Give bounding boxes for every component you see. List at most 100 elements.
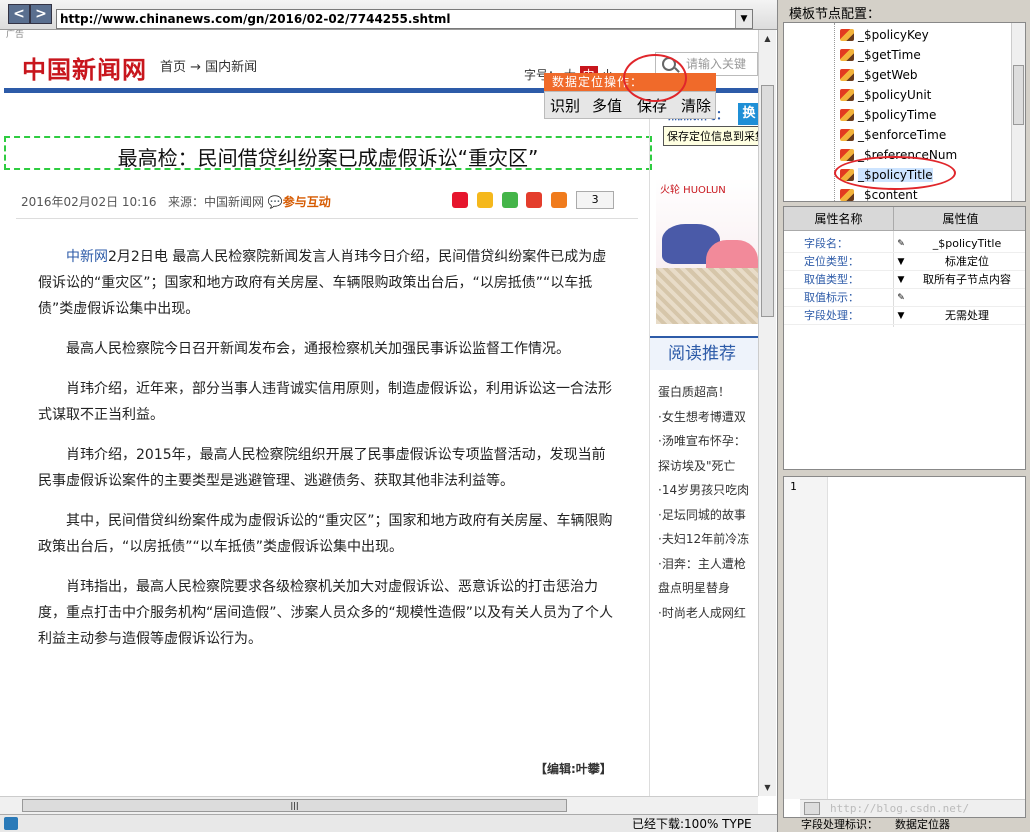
list-item[interactable]: ·14岁男孩只吃肉 xyxy=(658,478,758,503)
page-horizontal-scrollbar[interactable]: ||| xyxy=(0,796,758,814)
wechat-icon[interactable] xyxy=(501,192,518,208)
list-item[interactable]: 蛋白质超高！ xyxy=(658,380,758,405)
data-locate-popup: 识别 多值 保存 清除 xyxy=(544,91,716,119)
located-title-region[interactable]: 最高检：民间借贷纠纷案已成虚假诉讼“重灾区” xyxy=(4,136,652,170)
scroll-up-icon[interactable]: ▲ xyxy=(759,30,776,47)
scroll-thumb[interactable]: ||| xyxy=(22,799,567,812)
property-row[interactable]: 定位类型： ▼ 标准定位 xyxy=(784,253,1025,271)
tree-node[interactable]: _$enforceTime xyxy=(840,125,946,145)
refresh-button[interactable]: 换 xyxy=(738,103,758,125)
column-divider xyxy=(649,90,650,796)
edit-icon[interactable]: ✎ xyxy=(895,289,907,307)
more-share-icon[interactable] xyxy=(551,192,568,208)
list-item[interactable]: 探访埃及"死亡 xyxy=(658,454,758,479)
editor-horizontal-scrollbar[interactable]: http://blog.csdn.net/ xyxy=(800,799,1025,817)
watermark: http://blog.csdn.net/ xyxy=(830,802,970,815)
property-row[interactable]: 字段处理： ▼ 无需处理 xyxy=(784,307,1025,325)
property-value[interactable]: 取所有子节点内容 xyxy=(908,271,1025,289)
property-key: 字段处理： xyxy=(804,309,859,322)
breadcrumb[interactable]: 首页 → 国内新闻 xyxy=(160,56,257,75)
config-pane: 模板节点配置： _$policyKey _$getTime _$getWeb _… xyxy=(779,0,1030,832)
tab-data-locator[interactable]: 数据定位器 xyxy=(895,818,950,832)
forward-button[interactable]: > xyxy=(30,4,52,24)
list-item[interactable]: ·时尚老人成网红 xyxy=(658,601,758,626)
identify-button[interactable]: 识别 xyxy=(550,95,580,117)
dropdown-icon[interactable]: ▼ xyxy=(895,271,907,289)
property-row[interactable]: 取值类型： ▼ 取所有子节点内容 xyxy=(784,271,1025,289)
url-dropdown-icon[interactable]: ▼ xyxy=(735,10,752,28)
article-paragraph: 其中，民间借贷纠纷案件成为虚假诉讼的“重灾区”；国家和地方政府有关房屋、车辆限购… xyxy=(38,513,613,555)
scroll-thumb[interactable] xyxy=(804,802,820,815)
node-icon xyxy=(840,129,854,141)
property-key: 取值标示： xyxy=(804,291,859,304)
node-icon xyxy=(840,69,854,81)
multi-value-button[interactable]: 多值 xyxy=(592,95,622,117)
list-item[interactable]: ·夫妇12年前冷冻 xyxy=(658,527,758,552)
dropdown-icon[interactable]: ▼ xyxy=(895,253,907,271)
share-count: 3 xyxy=(576,191,615,209)
node-icon xyxy=(840,109,854,121)
interact-label: 参与互动 xyxy=(282,195,331,209)
list-item[interactable]: ·足坛同城的故事 xyxy=(658,503,758,528)
highlight-circle xyxy=(623,54,687,102)
status-text: 已经下载:100% TYPE xyxy=(632,817,752,831)
column-header-name: 属性名称 xyxy=(784,207,894,231)
property-key: 字段名： xyxy=(804,237,848,250)
browser-toolbar: < > http://www.chinanews.com/gn/2016/02-… xyxy=(0,0,777,30)
tree-node[interactable]: _$getWeb xyxy=(840,65,918,85)
ad-brand: 火轮 HUOLUN xyxy=(660,185,726,196)
edit-icon[interactable]: ✎ xyxy=(895,235,907,253)
node-icon xyxy=(840,49,854,61)
slipper-ad[interactable]: 火轮 HUOLUN xyxy=(656,178,758,324)
qzone-icon[interactable] xyxy=(476,192,493,208)
tree-node-label: _$policyUnit xyxy=(858,88,932,102)
scroll-thumb[interactable] xyxy=(761,85,774,317)
tree-scrollbar[interactable] xyxy=(1011,23,1025,201)
article-paragraph: 肖玮介绍，2015年，最高人民检察院组织开展了民事虚假诉讼专项监督活动，发现当前… xyxy=(38,447,606,489)
property-row[interactable]: 取值标示： ✎ xyxy=(784,289,1025,307)
tree-node-label: _$enforceTime xyxy=(858,128,947,142)
highlight-circle xyxy=(834,156,956,190)
tree-node[interactable]: _$getTime xyxy=(840,45,921,65)
lead-source[interactable]: 中新网 xyxy=(66,249,108,265)
code-editor[interactable]: 1 http://blog.csdn.net/ xyxy=(783,476,1026,818)
list-item[interactable]: ·泪奔：主人遭枪 xyxy=(658,552,758,577)
save-tooltip: 保存定位信息到采集配置 xyxy=(663,126,758,146)
node-icon xyxy=(840,189,854,201)
tree-node-label: _$content xyxy=(858,188,918,202)
tree-node-label: _$policyKey xyxy=(858,28,929,42)
interact-link[interactable]: 💬参与互动 xyxy=(268,195,331,209)
article-editor: 【编辑:叶攀】 xyxy=(535,762,612,776)
article-paragraph: 肖玮介绍，近年来，部分当事人违背诚实信用原则，制造虚假诉讼，利用诉讼这一合法形式… xyxy=(38,381,612,423)
renren-icon[interactable] xyxy=(526,192,543,208)
page-icon xyxy=(4,817,18,830)
scroll-down-icon[interactable]: ▼ xyxy=(759,779,776,796)
url-input[interactable]: http://www.chinanews.com/gn/2016/02-02/7… xyxy=(56,9,753,29)
property-value[interactable]: _$policyTitle xyxy=(908,235,1025,253)
dropdown-icon[interactable]: ▼ xyxy=(895,307,907,325)
web-page: 广告 中国新闻网 首页 → 国内新闻 字号： 大 中 小 请输入关键词 热点新闻… xyxy=(0,30,758,796)
back-button[interactable]: < xyxy=(8,4,30,24)
scroll-thumb[interactable] xyxy=(1013,65,1024,125)
list-item[interactable]: ·汤唯宣布怀孕： xyxy=(658,429,758,454)
properties-grid: 属性名称 属性值 字段名： ✎ _$policyTitle 定位类型： ▼ 标准… xyxy=(783,206,1026,470)
property-key: 取值类型： xyxy=(804,273,859,286)
property-value[interactable]: 标准定位 xyxy=(908,253,1025,271)
property-row[interactable]: 字段名： ✎ _$policyTitle xyxy=(784,235,1025,253)
tree-node[interactable]: _$policyUnit xyxy=(840,85,931,105)
clear-button[interactable]: 清除 xyxy=(681,95,711,117)
node-icon xyxy=(840,29,854,41)
tree-node[interactable]: _$policyTime xyxy=(840,105,936,125)
line-number: 1 xyxy=(790,480,797,493)
site-logo[interactable]: 中国新闻网 xyxy=(22,50,147,85)
property-value[interactable]: 无需处理 xyxy=(908,307,1025,325)
weibo-icon[interactable] xyxy=(452,192,468,208)
tree-node[interactable]: _$policyKey xyxy=(840,25,929,45)
page-vertical-scrollbar[interactable]: ▲ ▼ xyxy=(758,30,776,796)
divider xyxy=(16,218,638,219)
list-item[interactable]: ·女生想考博遭双 xyxy=(658,405,758,430)
list-item[interactable]: 盘点明星替身 xyxy=(658,576,758,601)
article-paragraph: 中新网2月2日电 最高人民检察院新闻发言人肖玮今日介绍，民间借贷纠纷案件已成为虚… xyxy=(38,244,618,322)
article-paragraph: 最高人民检察院今日召开新闻发布会，通报检察机关加强民事诉讼监督工作情况。 xyxy=(66,341,570,357)
tab-field-processing[interactable]: 字段处理标识： xyxy=(801,818,878,832)
